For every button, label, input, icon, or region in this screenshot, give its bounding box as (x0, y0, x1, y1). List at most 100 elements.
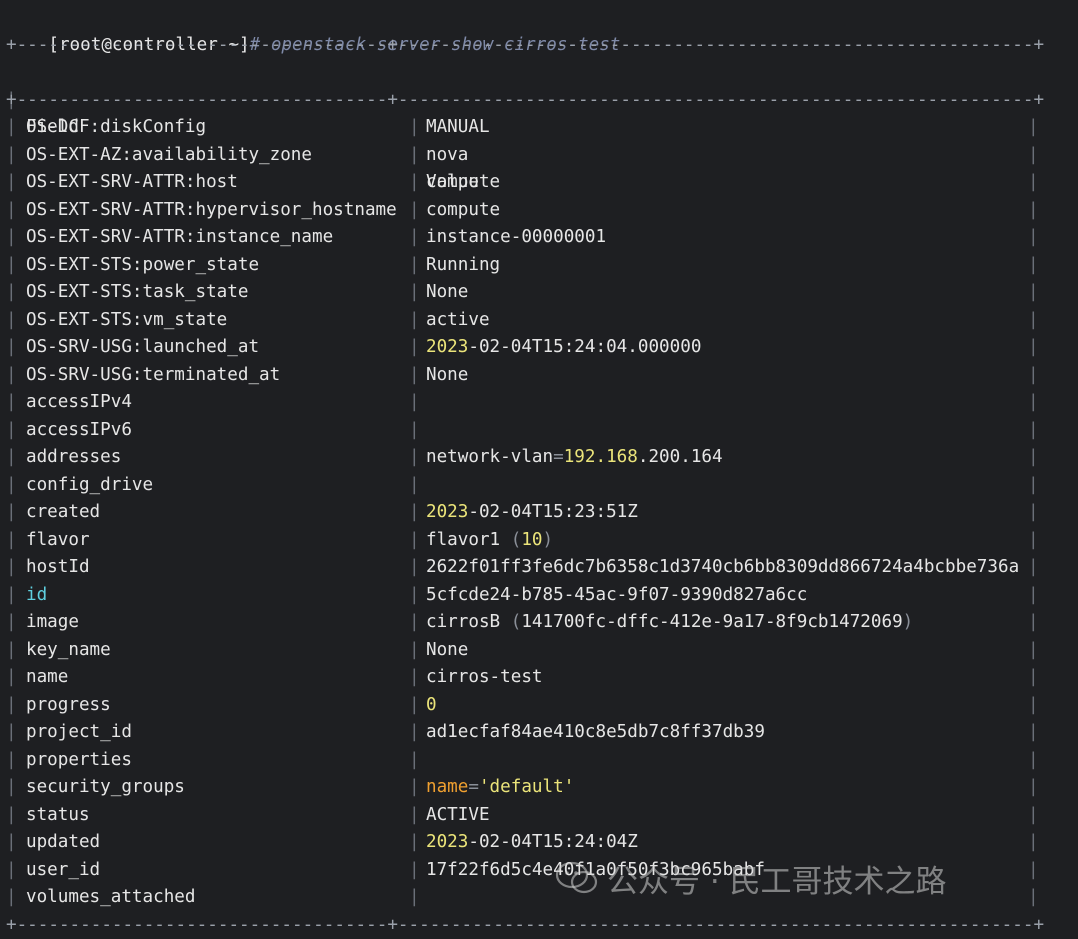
column-separator: | (409, 142, 420, 170)
column-separator: | (409, 527, 420, 555)
value-key: name (426, 777, 468, 797)
table-row: |OS-EXT-AZ:availability_zone|nova| (6, 142, 1078, 170)
column-separator: | (1028, 582, 1039, 610)
table-row: |properties|| (6, 747, 1078, 775)
column-separator: | (1028, 527, 1039, 555)
table-row: |OS-SRV-USG:launched_at|2023-02-04T15:24… (6, 334, 1078, 362)
table-border-header: +-----------------------------------+---… (6, 87, 1078, 115)
column-separator: | (409, 279, 420, 307)
table-row: |accessIPv6|| (6, 417, 1078, 445)
field-value: network-vlan=192.168.200.164 (426, 444, 723, 472)
value-inner: 141700fc-dffc-412e-9a17-8f9cb1472069 (521, 612, 902, 632)
table-row: |status|ACTIVE| (6, 802, 1078, 830)
value-equals: = (468, 777, 479, 797)
terminal-window[interactable]: [root@controller ~]# openstack server sh… (6, 4, 1078, 939)
column-separator: | (1028, 884, 1039, 912)
table-row: |hostId|2622f01ff3fe6dc7b6358c1d3740cb6b… (6, 554, 1078, 582)
field-name: volumes_attached (26, 884, 195, 912)
column-separator: | (6, 802, 17, 830)
column-separator: | (6, 857, 17, 885)
table-row: |key_name|None| (6, 637, 1078, 665)
table-row: |OS-EXT-SRV-ATTR:host|compute| (6, 169, 1078, 197)
field-value: 2622f01ff3fe6dc7b6358c1d3740cb6bb8309dd8… (426, 554, 1019, 582)
column-separator: | (409, 884, 420, 912)
column-separator: | (1028, 334, 1039, 362)
column-separator: | (409, 664, 420, 692)
column-separator: | (409, 774, 420, 802)
column-separator: | (409, 692, 420, 720)
table-row: |name|cirros-test| (6, 664, 1078, 692)
field-name: flavor (26, 527, 90, 555)
field-name: addresses (26, 444, 121, 472)
column-separator: | (1028, 472, 1039, 500)
table-header-row: | Field | Value | (6, 59, 1078, 87)
field-name: OS-EXT-SRV-ATTR:hypervisor_hostname (26, 197, 397, 225)
table-row: |user_id|17f22f6d5c4e40f1a0f50f3bc965bab… (6, 857, 1078, 885)
column-separator: | (1028, 719, 1039, 747)
field-name: OS-EXT-AZ:availability_zone (26, 142, 312, 170)
column-separator: | (1028, 142, 1039, 170)
table-row: |project_id|ad1ecfaf84ae410c8e5db7c8ff37… (6, 719, 1078, 747)
value-paren: ( (511, 612, 522, 632)
field-value: 2023-02-04T15:24:04Z (426, 829, 638, 857)
column-separator: | (1028, 417, 1039, 445)
table-row: |accessIPv4|| (6, 389, 1078, 417)
column-separator: | (6, 307, 17, 335)
table-border-bottom: +-----------------------------------+---… (6, 912, 1078, 939)
field-name: OS-EXT-STS:vm_state (26, 307, 227, 335)
value-rest: -02-04T15:23:51Z (468, 502, 637, 522)
table-row: |updated|2023-02-04T15:24:04Z| (6, 829, 1078, 857)
column-separator: | (409, 609, 420, 637)
column-separator: | (6, 197, 17, 225)
field-name: user_id (26, 857, 100, 885)
field-value: nova (426, 142, 468, 170)
column-separator: | (6, 582, 17, 610)
value-year: 2023 (426, 502, 468, 522)
table-row: | OS-EXT-SRV-ATTR:instance_name | instance-… (6, 224, 1078, 252)
field-value: cirros-test (426, 664, 543, 692)
ip-rest: .200.164 (638, 447, 723, 467)
column-separator: | (1028, 252, 1039, 280)
field-name: OS-EXT-SRV-ATTR:instance_name (26, 224, 333, 252)
value-paren: ( (511, 530, 522, 550)
column-separator: | (6, 664, 17, 692)
column-separator: | (6, 334, 17, 362)
field-value: 17f22f6d5c4e40f1a0f50f3bc965babf (426, 857, 765, 885)
table-row: |image|cirrosB (141700fc-dffc-412e-9a17-… (6, 609, 1078, 637)
field-value: None (426, 362, 468, 390)
column-separator: | (6, 609, 17, 637)
column-separator: | (1028, 197, 1039, 225)
column-separator: | (1028, 664, 1039, 692)
value-string: 'default' (479, 777, 574, 797)
ip-octet: 192 (564, 447, 596, 467)
column-separator: | (6, 417, 17, 445)
value-rest: -02-04T15:24:04Z (468, 832, 637, 852)
column-separator: | (6, 224, 17, 252)
column-separator: | (1028, 224, 1039, 252)
field-name: progress (26, 692, 111, 720)
column-separator: | (1028, 444, 1039, 472)
field-name: config_drive (26, 472, 153, 500)
column-separator: | (1028, 279, 1039, 307)
field-value: 2023-02-04T15:23:51Z (426, 499, 638, 527)
table-body: |OS-DCF:diskConfig|MANUAL||OS-EXT-AZ:ava… (6, 114, 1078, 912)
column-separator: | (1028, 829, 1039, 857)
column-separator: | (409, 499, 420, 527)
table-row: |progress|0| (6, 692, 1078, 720)
table-row: |OS-DCF:diskConfig|MANUAL| (6, 114, 1078, 142)
column-separator: | (409, 582, 420, 610)
field-value: instance-00000001 (426, 224, 606, 252)
column-separator: | (6, 252, 17, 280)
column-separator: | (6, 554, 17, 582)
column-separator: | (409, 362, 420, 390)
field-name: status (26, 802, 90, 830)
field-value: compute (426, 197, 500, 225)
column-separator: | (1028, 362, 1039, 390)
field-name: OS-SRV-USG:terminated_at (26, 362, 280, 390)
column-separator: | (1028, 637, 1039, 665)
field-value: ACTIVE (426, 802, 490, 830)
field-name: id (26, 582, 47, 610)
column-separator: | (1028, 774, 1039, 802)
field-name: name (26, 664, 68, 692)
value-name: cirrosB (426, 612, 511, 632)
